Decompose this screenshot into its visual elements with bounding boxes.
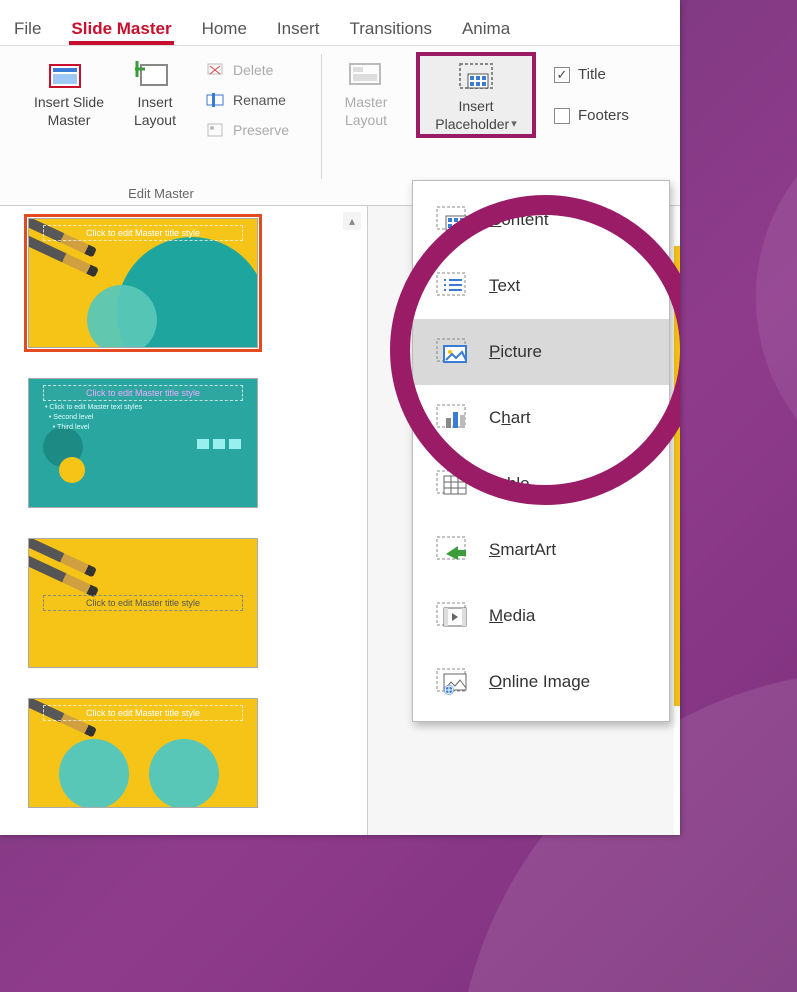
delete-button[interactable]: Delete [201,58,293,82]
chart-icon [435,403,471,433]
tab-insert[interactable]: Insert [275,9,322,45]
menu-item-picture[interactable]: Picture [413,319,669,385]
ribbon-tabs: File Slide Master Home Insert Transition… [0,0,680,46]
tab-animations[interactable]: Anima [460,9,512,45]
main-slide-edge [674,206,680,835]
menu-item-media-label: Media [489,606,535,626]
circle-graphic [59,457,85,483]
insert-placeholder-button[interactable]: Insert Placeholder ▾ [416,52,536,138]
menu-item-table-label: Table [489,474,530,494]
powerpoint-window: File Slide Master Home Insert Transition… [0,0,680,835]
picture-icon [435,337,471,367]
master-layout-label2: Layout [345,112,387,128]
menu-item-content[interactable]: Content [413,187,669,253]
smartart-icon [435,535,471,565]
title-checkbox-label: Title [578,66,606,83]
menu-item-smartart-label: SmartArt [489,540,556,560]
menu-item-text-label: Text [489,276,520,296]
circle-graphic [59,739,129,808]
menu-item-content-label: Content [489,210,549,230]
menu-item-table[interactable]: Table [413,451,669,517]
content-icon [435,205,471,235]
footers-checkbox-label: Footers [578,107,629,124]
thumb-caption: Click to edit Master title style [43,225,243,241]
master-layout-label1: Master [345,94,388,110]
ribbon-group-label-edit-master: Edit Master [0,186,322,201]
insert-layout-label2: Layout [134,112,176,128]
slide-thumbnail-2[interactable]: Click to edit Master title style • Click… [28,378,258,508]
online-image-icon [435,667,471,697]
footers-checkbox[interactable]: Footers [554,107,629,124]
slide-master-icon [47,58,91,92]
circle-graphic [149,739,219,808]
menu-item-online-image[interactable]: Online Image [413,649,669,715]
media-icon [435,601,471,631]
tab-transitions[interactable]: Transitions [347,9,434,45]
checkbox-checked-icon [554,67,570,83]
rename-button[interactable]: Rename [201,88,293,112]
ribbon-group-master-layout: Master Layout [322,46,410,205]
menu-item-media[interactable]: Media [413,583,669,649]
menu-item-picture-label: Picture [489,342,542,362]
menu-item-smartart[interactable]: SmartArt [413,517,669,583]
mini-shapes [197,439,241,449]
insert-layout-label1: Insert [137,94,172,110]
chevron-down-icon: ▾ [511,118,517,131]
preserve-button[interactable]: Preserve [201,118,293,142]
tab-file[interactable]: File [12,9,43,45]
menu-item-text[interactable]: Text [413,253,669,319]
slide-thumbnail-1[interactable]: Click to edit Master title style [28,218,258,348]
thumb-caption: Click to edit Master title style [43,385,243,401]
text-icon [435,271,471,301]
slide-thumbnail-3[interactable]: Click to edit Master title style [28,538,258,668]
thumb-caption: Click to edit Master title style [43,705,243,721]
circle-graphic [87,285,157,348]
checkbox-icon [554,108,570,124]
rename-icon [205,91,227,109]
placeholder-icon [454,62,498,96]
slide-thumbnail-4[interactable]: Click to edit Master title style [28,698,258,808]
insert-layout-button[interactable]: Insert Layout [115,52,195,142]
menu-item-chart[interactable]: Chart [413,385,669,451]
rename-label: Rename [233,92,286,108]
preserve-label: Preserve [233,122,289,138]
insert-slide-master-label2: Master [48,112,91,128]
tab-slide-master[interactable]: Slide Master [69,9,173,45]
menu-item-online-image-label: Online Image [489,672,590,692]
menu-item-chart-label: Chart [489,408,531,428]
bullet-lines: • Click to edit Master text styles • Sec… [45,403,167,432]
ribbon-group-edit-master: Insert Slide Master Insert Layout [0,46,322,205]
layout-icon [133,58,177,92]
thumb-caption: Click to edit Master title style [43,595,243,611]
scroll-up-button[interactable]: ▴ [343,212,361,230]
insert-placeholder-menu: Content Text Picture Chart Table [412,180,670,722]
insert-slide-master-label1: Insert Slide [34,94,104,110]
master-layout-button[interactable]: Master Layout [326,52,406,130]
preserve-icon [205,121,227,139]
table-icon [435,469,471,499]
thumbnail-panel: ▴ Click to edit Master title style Click… [0,206,368,835]
master-layout-icon [344,58,388,92]
delete-icon [205,61,227,79]
title-checkbox[interactable]: Title [554,66,606,83]
insert-slide-master-button[interactable]: Insert Slide Master [29,52,109,142]
insert-placeholder-label2: Placeholder [435,116,509,132]
delete-label: Delete [233,62,273,78]
insert-placeholder-label1: Insert [458,98,493,114]
tab-home[interactable]: Home [200,9,249,45]
